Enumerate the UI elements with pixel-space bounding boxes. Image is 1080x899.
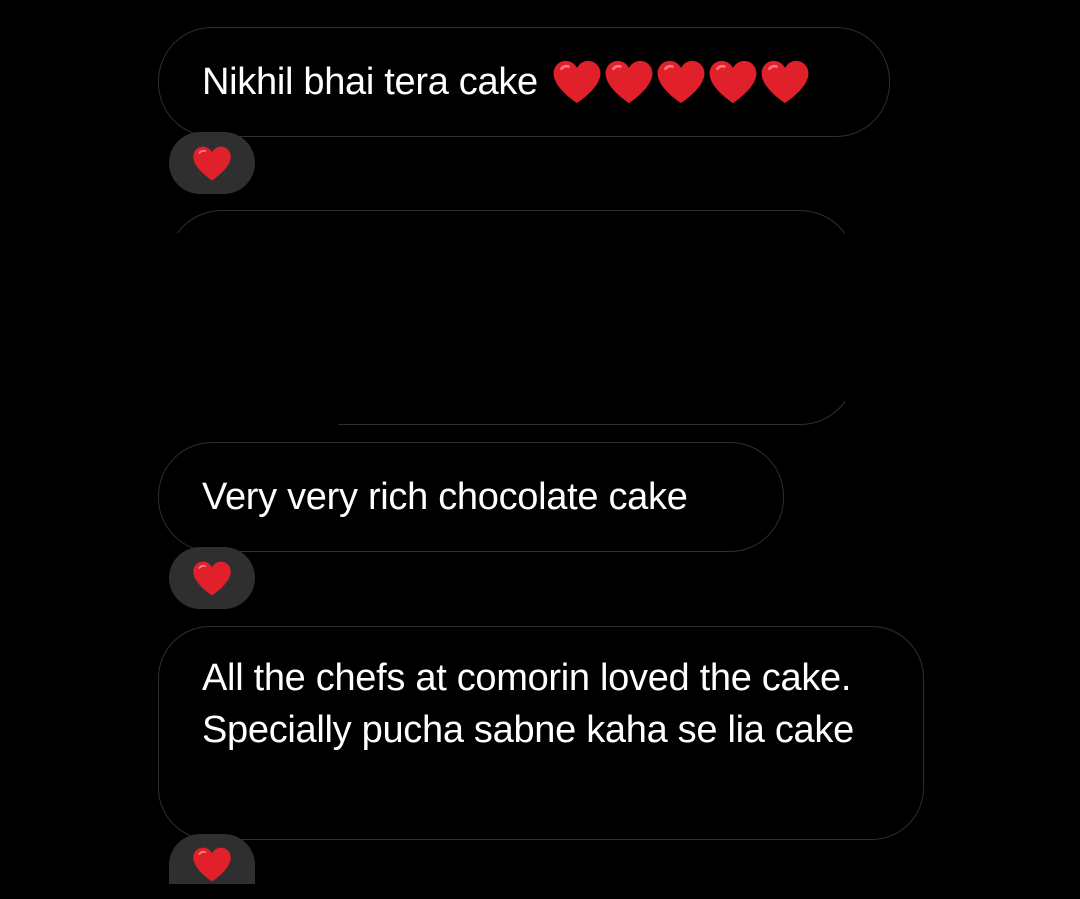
bubble-redaction bbox=[845, 233, 859, 403]
red-heart-icon bbox=[193, 847, 231, 882]
red-heart-icon bbox=[761, 60, 809, 104]
red-heart-icon bbox=[709, 60, 757, 104]
red-heart-icon bbox=[657, 60, 705, 104]
message-text: Nikhil bhai tera cake bbox=[202, 61, 538, 103]
message-bubble[interactable]: Very very rich chocolate cake bbox=[158, 442, 784, 552]
reaction-pill[interactable] bbox=[169, 132, 255, 194]
red-heart-icon bbox=[193, 146, 231, 180]
bubble-redaction bbox=[163, 233, 338, 433]
message-text: All the chefs at comorin loved the cake.… bbox=[202, 657, 854, 751]
heart-emoji-row bbox=[552, 59, 810, 105]
red-heart-icon bbox=[193, 561, 231, 595]
message-text: Very very rich chocolate cake bbox=[202, 476, 688, 518]
reaction-pill[interactable] bbox=[169, 547, 255, 609]
message-bubble[interactable]: All the chefs at comorin loved the cake.… bbox=[158, 626, 924, 840]
reaction-pill[interactable] bbox=[169, 834, 255, 884]
message-bubble[interactable]: Nikhil bhai tera cake bbox=[158, 27, 890, 137]
red-heart-icon bbox=[605, 60, 653, 104]
red-heart-icon bbox=[553, 60, 601, 104]
message-bubble-blank[interactable] bbox=[163, 210, 859, 433]
